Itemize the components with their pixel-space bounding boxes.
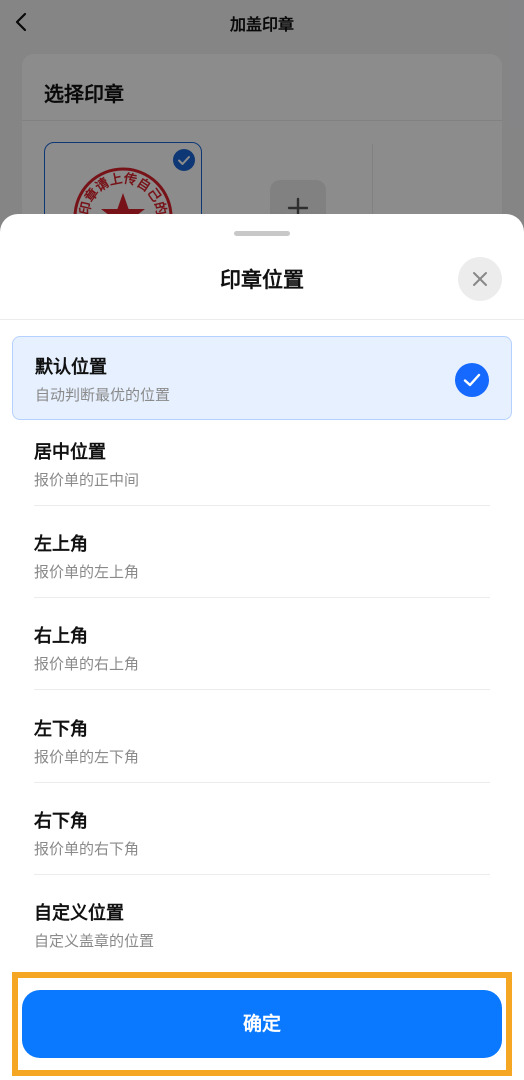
- option-description: 报价单的左上角: [34, 563, 140, 581]
- option-title: 右上角: [34, 626, 88, 647]
- close-button[interactable]: [458, 257, 502, 301]
- option-top-left[interactable]: 左上角 报价单的左上角: [12, 514, 512, 598]
- option-center-position[interactable]: 居中位置 报价单的正中间: [12, 422, 512, 506]
- option-title: 左下角: [34, 719, 88, 740]
- selected-check: [455, 363, 489, 397]
- option-top-right[interactable]: 右上角 报价单的右上角: [12, 606, 512, 690]
- option-description: 自动判断最优的位置: [35, 386, 171, 404]
- divider: [34, 874, 490, 875]
- drag-handle[interactable]: [234, 231, 290, 236]
- seal-position-sheet: 印章位置 默认位置 自动判断最优的位置 居中位置 报价单的正中间 左上角 报价单…: [0, 214, 524, 1080]
- divider: [34, 782, 490, 783]
- option-description: 报价单的正中间: [34, 471, 140, 489]
- divider: [34, 689, 490, 690]
- divider: [34, 597, 490, 598]
- option-bottom-left[interactable]: 左下角 报价单的左下角: [12, 699, 512, 783]
- sheet-title: 印章位置: [220, 268, 304, 292]
- option-title: 默认位置: [35, 357, 107, 378]
- option-description: 报价单的右上角: [34, 655, 140, 673]
- divider: [34, 505, 490, 506]
- option-bottom-right[interactable]: 右下角 报价单的右下角: [12, 791, 512, 875]
- option-title: 左上角: [34, 534, 88, 555]
- option-title: 自定义位置: [34, 903, 124, 924]
- option-title: 居中位置: [34, 442, 106, 463]
- option-custom-position[interactable]: 自定义位置 自定义盖章的位置: [12, 883, 512, 967]
- option-description: 报价单的左下角: [34, 748, 140, 766]
- option-title: 右下角: [34, 811, 88, 832]
- close-icon: [473, 272, 487, 286]
- option-default-position[interactable]: 默认位置 自动判断最优的位置: [12, 336, 512, 420]
- check-icon: [463, 373, 481, 387]
- confirm-button[interactable]: 确定: [22, 990, 502, 1058]
- option-description: 报价单的右下角: [34, 840, 140, 858]
- option-description: 自定义盖章的位置: [34, 932, 155, 950]
- divider: [0, 319, 524, 320]
